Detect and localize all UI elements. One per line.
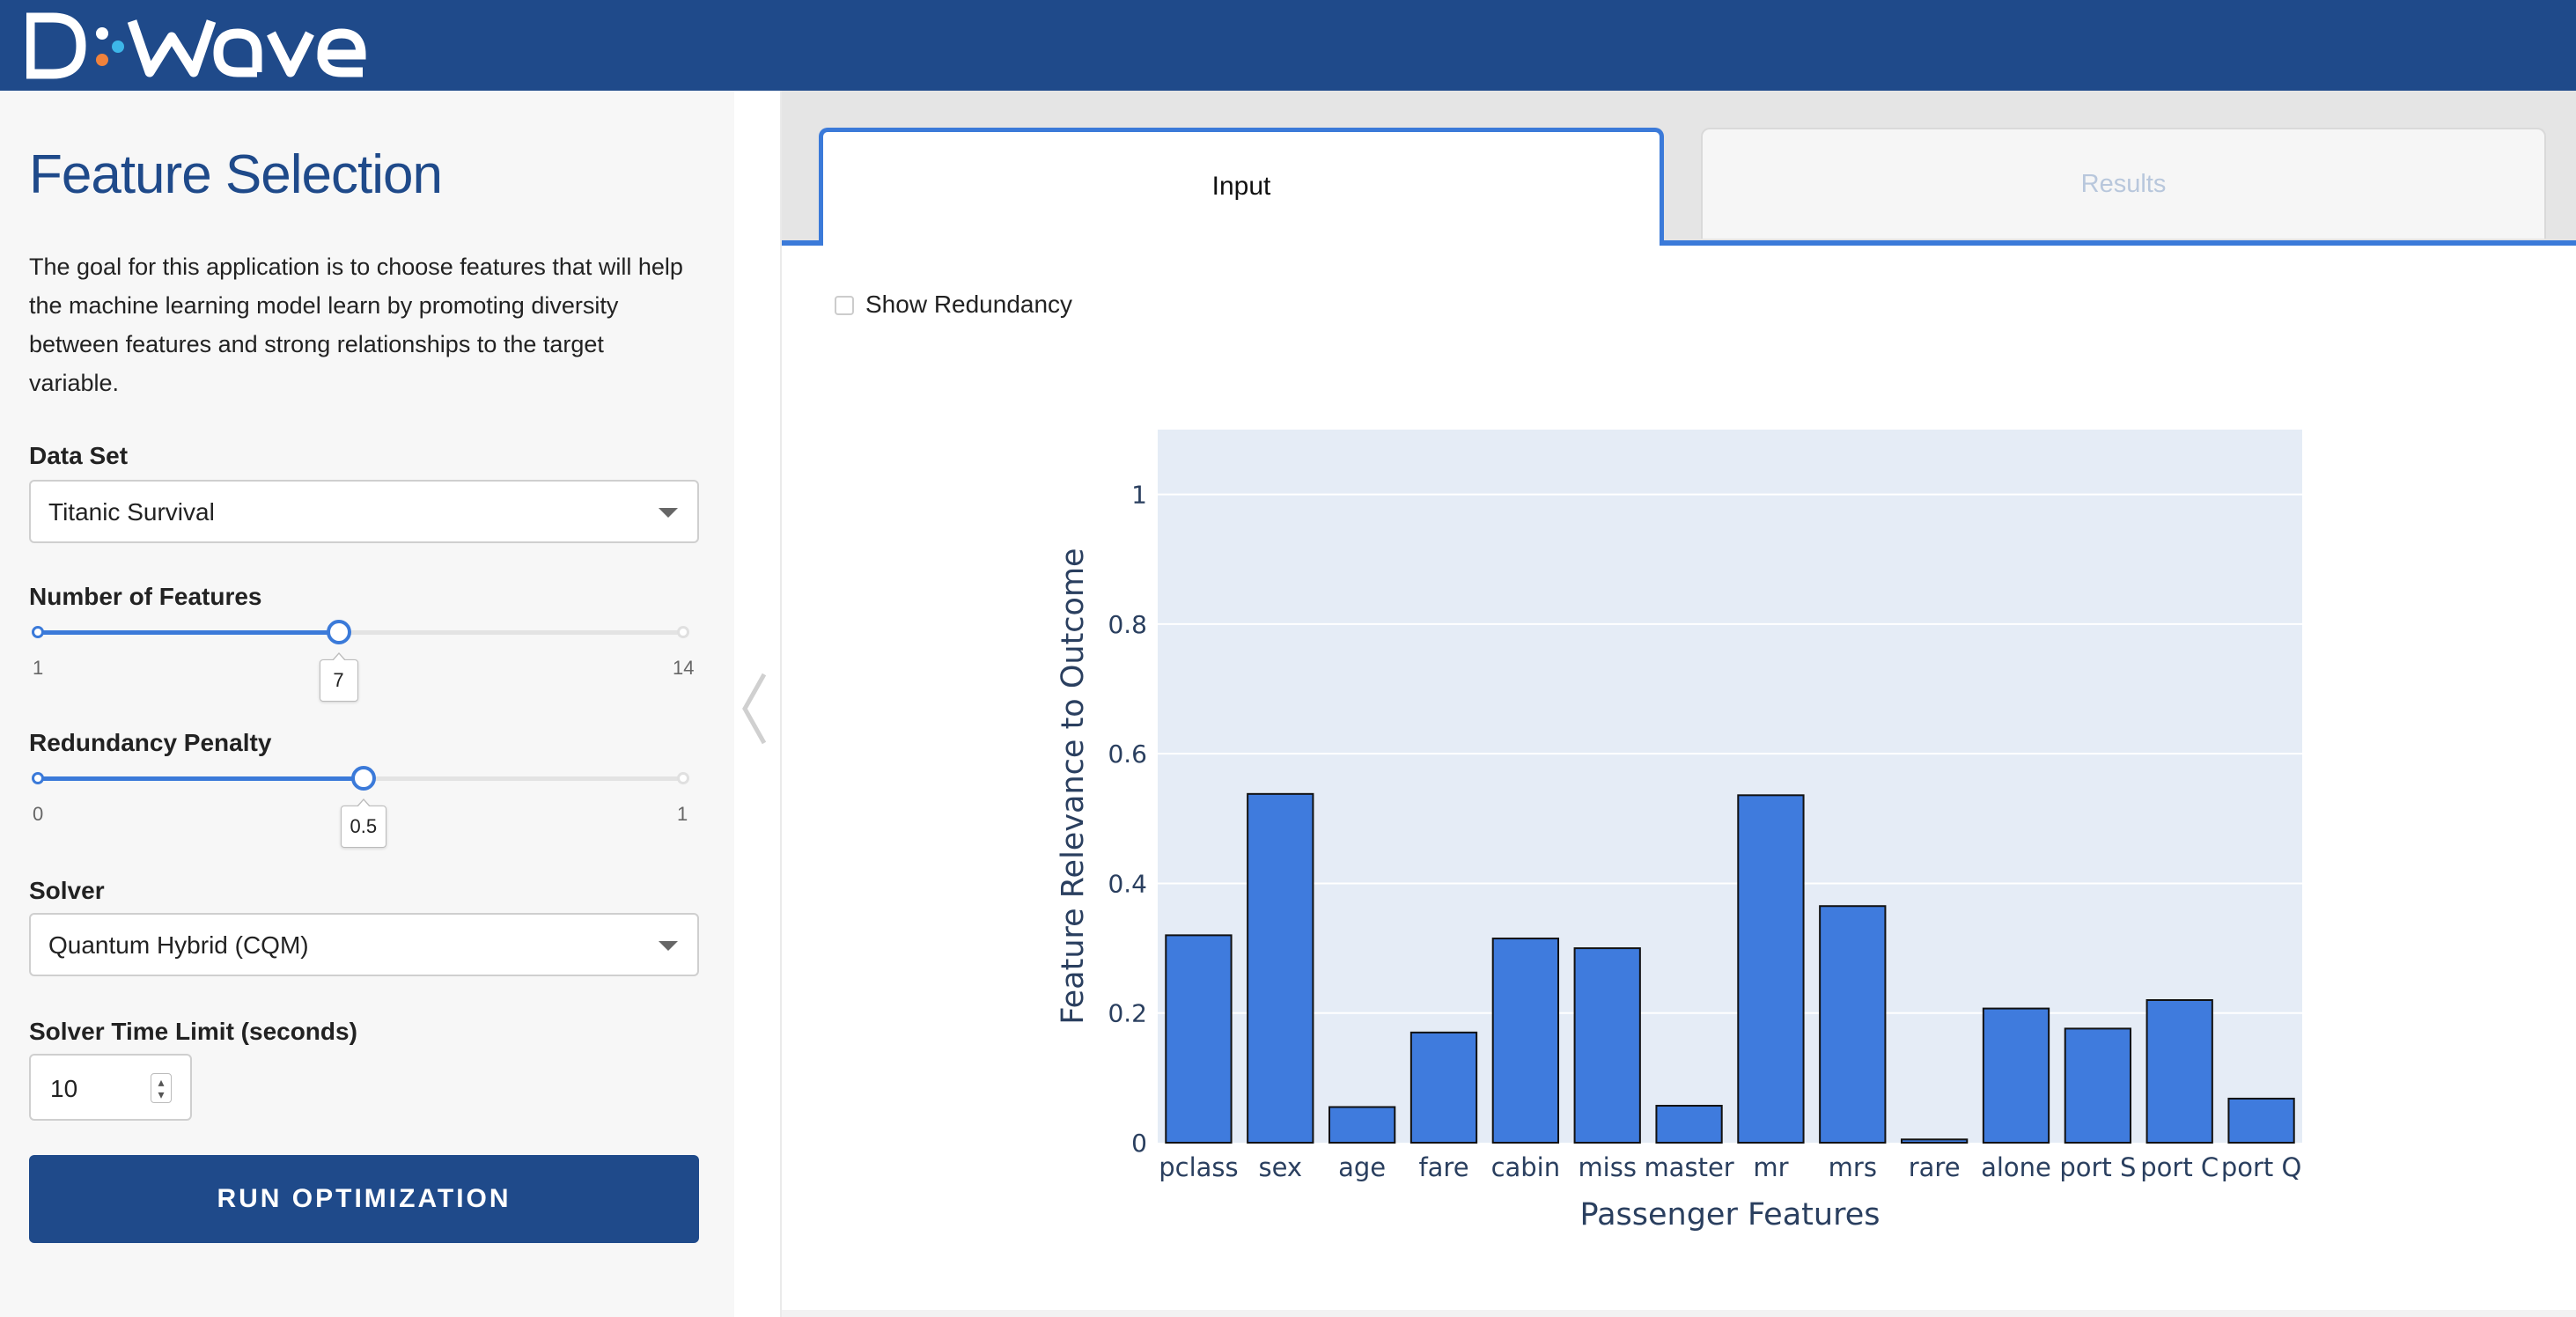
redundancy-slider[interactable]: 0 1 0.5 bbox=[29, 766, 699, 872]
bar-fare bbox=[1409, 1031, 1478, 1144]
slider-min-dot bbox=[32, 772, 44, 784]
slider-max-dot bbox=[677, 772, 689, 784]
slider-min-dot bbox=[32, 626, 44, 638]
y-axis-title: Feature Relevance to Outcome bbox=[1056, 548, 1091, 1024]
time-limit-value: 10 bbox=[50, 1075, 78, 1102]
num-features-slider[interactable]: 1 14 7 bbox=[29, 620, 699, 726]
x-tick-label: miss bbox=[1578, 1152, 1637, 1182]
dataset-label: Data Set bbox=[29, 442, 129, 469]
y-tick-label: 1 bbox=[1131, 481, 1147, 510]
bar-sex bbox=[1247, 792, 1314, 1144]
bar-chart-svg: 00.20.40.60.81pclass sex age fare cabin miss m… bbox=[1056, 430, 2302, 1232]
time-limit-input[interactable]: 10 ▴ ▾ bbox=[29, 1054, 192, 1121]
show-redundancy-label: Show Redundancy bbox=[865, 291, 1073, 318]
slider-max-label: 1 bbox=[677, 803, 688, 825]
y-tick-label: 0 bbox=[1131, 1129, 1147, 1158]
bar-alone bbox=[1982, 1007, 2050, 1144]
slider-value-tooltip: 0.5 bbox=[340, 798, 387, 848]
slider-value-tooltip: 7 bbox=[319, 652, 358, 702]
bar-miss bbox=[1573, 947, 1641, 1144]
page-title: Feature Selection bbox=[29, 144, 443, 205]
dataset-value: Titanic Survival bbox=[48, 498, 215, 526]
app-description: The goal for this application is to choo… bbox=[29, 254, 683, 396]
footer-divider bbox=[782, 1310, 2576, 1317]
x-tick-label: master bbox=[1644, 1152, 1733, 1182]
slider-max-label: 14 bbox=[673, 657, 695, 679]
y-tick-label: 0.6 bbox=[1108, 739, 1147, 769]
slider-min-label: 0 bbox=[33, 803, 44, 825]
x-tick-label: port S bbox=[2059, 1152, 2136, 1182]
y-tick-label: 0.8 bbox=[1108, 610, 1147, 639]
solver-value: Quantum Hybrid (CQM) bbox=[48, 931, 309, 959]
tab-input[interactable]: Input bbox=[819, 128, 1664, 246]
run-optimization-button[interactable]: RUN OPTIMIZATION bbox=[29, 1155, 699, 1243]
slider-max-dot bbox=[677, 626, 689, 638]
bar-master bbox=[1655, 1105, 1723, 1144]
x-tick-label: port C bbox=[2140, 1152, 2219, 1182]
slider-handle[interactable] bbox=[351, 766, 376, 791]
solver-dropdown[interactable]: Quantum Hybrid (CQM) bbox=[29, 913, 699, 976]
bar-age bbox=[1328, 1106, 1396, 1144]
x-tick-label: age bbox=[1338, 1152, 1386, 1182]
solver-label: Solver bbox=[29, 877, 105, 904]
bar-port-S bbox=[2064, 1027, 2131, 1144]
sidebar-divider bbox=[780, 91, 782, 1317]
bar-port-C bbox=[2145, 999, 2213, 1144]
chevron-down-icon bbox=[659, 508, 678, 518]
y-tick-label: 0.2 bbox=[1108, 999, 1147, 1028]
x-tick-label: pclass bbox=[1159, 1152, 1238, 1182]
redundancy-label: Redundancy Penalty bbox=[29, 729, 272, 756]
x-tick-label: cabin bbox=[1491, 1152, 1561, 1182]
x-tick-label: port Q bbox=[2221, 1152, 2302, 1182]
dataset-dropdown[interactable]: Titanic Survival bbox=[29, 480, 699, 543]
y-tick-label: 0.4 bbox=[1108, 869, 1147, 898]
slider-min-label: 1 bbox=[33, 657, 44, 679]
bar-cabin bbox=[1491, 938, 1560, 1144]
x-tick-label: rare bbox=[1909, 1152, 1961, 1182]
x-axis-title: Passenger Features bbox=[1580, 1197, 1880, 1232]
x-tick-label: sex bbox=[1258, 1152, 1302, 1182]
num-features-label: Number of Features bbox=[29, 583, 262, 610]
dwave-logo bbox=[26, 12, 366, 79]
x-tick-label: mrs bbox=[1829, 1152, 1877, 1182]
stepper-icon[interactable]: ▴ ▾ bbox=[151, 1073, 172, 1103]
x-tick-label: fare bbox=[1418, 1152, 1468, 1182]
collapse-sidebar-icon[interactable] bbox=[738, 671, 769, 747]
x-tick-label: alone bbox=[1981, 1152, 2051, 1182]
tab-results[interactable]: Results bbox=[1701, 128, 2546, 239]
feature-relevance-chart: 0 0.2 0.4 0.6 0.8 1 pclass sex age fare cabin miss m… bbox=[1039, 396, 2359, 1250]
time-limit-label: Solver Time Limit (seconds) bbox=[29, 1018, 357, 1045]
slider-fill bbox=[38, 630, 339, 635]
app-header bbox=[0, 0, 2576, 91]
show-redundancy-checkbox[interactable] bbox=[835, 296, 854, 315]
chevron-down-icon bbox=[659, 941, 678, 951]
slider-handle[interactable] bbox=[326, 620, 351, 644]
bar-mr bbox=[1737, 794, 1805, 1144]
x-tick-label: mr bbox=[1753, 1152, 1788, 1182]
bar-pclass bbox=[1165, 934, 1233, 1144]
bar-mrs bbox=[1819, 905, 1887, 1144]
bar-rare bbox=[1901, 1138, 1969, 1144]
bar-port-Q bbox=[2227, 1097, 2295, 1144]
slider-fill bbox=[38, 776, 364, 781]
